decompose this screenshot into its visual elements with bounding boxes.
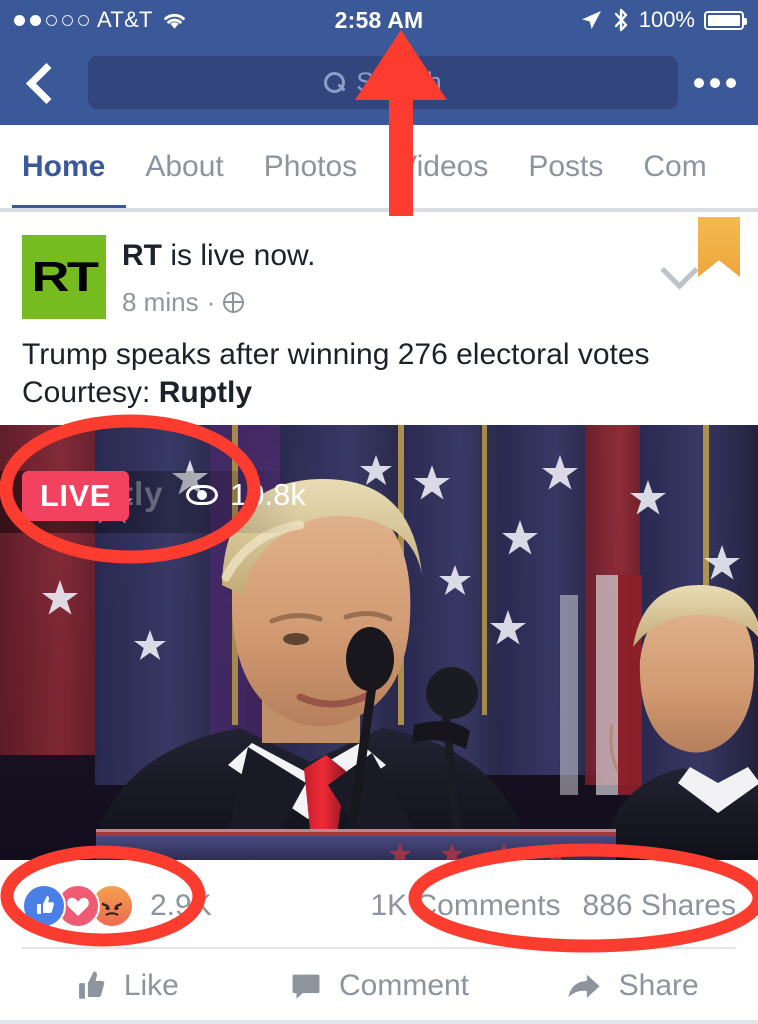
tab-photos[interactable]: Photos (264, 150, 357, 188)
battery-percent-label: 100% (638, 7, 695, 32)
post-author-line: RT is live now. (122, 239, 315, 273)
bookmark-saved-icon[interactable] (698, 217, 740, 277)
comment-count-label[interactable]: 1K Comments (370, 889, 560, 923)
battery-icon (704, 10, 747, 30)
like-button-label: Like (123, 969, 179, 1002)
engagement-divider (22, 947, 736, 949)
post-courtesy-source: Ruptly (158, 375, 253, 409)
like-button[interactable]: Like (0, 969, 253, 1003)
reaction-count-label[interactable]: 2.9K (150, 889, 212, 923)
post-meta: 8 mins · (122, 287, 245, 318)
ios-status-bar: AT&T 2:58 AM 100% (0, 0, 758, 40)
comment-button[interactable]: Comment (253, 969, 506, 1003)
location-arrow-icon (581, 11, 601, 29)
viewer-count-label: 10.8k (230, 477, 306, 512)
post-body-line-1: Trump speaks after winning 276 electoral… (22, 338, 650, 371)
carrier-label: AT&T (97, 7, 153, 32)
more-dot-2 (710, 77, 720, 88)
post-body-text: Trump speaks after winning 276 electoral… (22, 336, 722, 411)
search-input[interactable]: Search (88, 56, 678, 109)
more-options-button[interactable] (692, 68, 738, 98)
search-icon (324, 71, 346, 94)
tab-home[interactable]: Home (22, 150, 105, 188)
bluetooth-icon (614, 8, 627, 32)
app-navigation-bar: Search (0, 40, 758, 125)
tab-community[interactable]: Com (643, 150, 706, 188)
globe-icon (222, 291, 245, 313)
bottom-divider (0, 1020, 758, 1024)
status-bar-left: AT&T (14, 7, 579, 33)
avatar[interactable]: RT (22, 235, 106, 319)
search-placeholder: Search (356, 67, 442, 97)
reaction-icons-group[interactable] (22, 884, 134, 928)
comments-shares-group: 1K Comments 886 Shares (370, 889, 736, 923)
eye-icon (186, 485, 218, 505)
avatar-label: RT (31, 253, 100, 300)
tab-bar-divider (0, 208, 758, 212)
meta-separator: · (206, 287, 216, 317)
wifi-icon (163, 13, 185, 29)
share-button[interactable]: Share (505, 969, 758, 1003)
signal-dot-4 (62, 14, 73, 26)
share-button-label: Share (618, 969, 699, 1002)
facebook-live-post-screen: AT&T 2:58 AM 100% Search Home About Phot… (0, 0, 758, 1024)
signal-dot-1 (14, 14, 25, 26)
share-count-label[interactable]: 886 Shares (583, 889, 736, 923)
tab-about[interactable]: About (145, 150, 223, 188)
post-title-suffix: is live now. (162, 239, 316, 272)
signal-dot-2 (30, 14, 41, 26)
signal-dot-5 (78, 14, 89, 26)
share-arrow-icon (568, 974, 600, 998)
post-author-name[interactable]: RT (122, 239, 162, 272)
like-reaction-icon (22, 884, 66, 928)
post-timestamp[interactable]: 8 mins (122, 287, 199, 318)
post-body-line-2: Courtesy: Ruptly (22, 374, 722, 412)
thumbs-up-icon (78, 971, 105, 999)
live-video-player[interactable]: Ruptly LIVE 10.8k (0, 425, 758, 860)
cellular-signal-dots (14, 14, 89, 26)
post-courtesy-prefix: Courtesy: (22, 375, 159, 409)
post-action-bar: Like Comment Share (0, 952, 758, 1020)
tab-posts[interactable]: Posts (528, 150, 603, 188)
comment-button-label: Comment (338, 969, 470, 1002)
comment-bubble-icon (292, 974, 320, 999)
tab-videos[interactable]: Videos (397, 150, 488, 188)
status-bar-right: 100% (579, 7, 747, 33)
engagement-summary-row: 2.9K 1K Comments 886 Shares (0, 862, 758, 950)
post-header: RT RT is live now. 8 mins · (0, 217, 758, 335)
viewer-count-group: 10.8k (186, 477, 306, 513)
signal-dot-3 (46, 14, 57, 26)
more-dot-3 (726, 77, 736, 88)
live-badge: LIVE (22, 471, 129, 521)
more-dot-1 (694, 77, 704, 88)
page-tab-bar: Home About Photos Videos Posts Com (0, 125, 758, 212)
back-button[interactable] (20, 62, 62, 104)
chevron-down-icon[interactable] (662, 253, 696, 287)
